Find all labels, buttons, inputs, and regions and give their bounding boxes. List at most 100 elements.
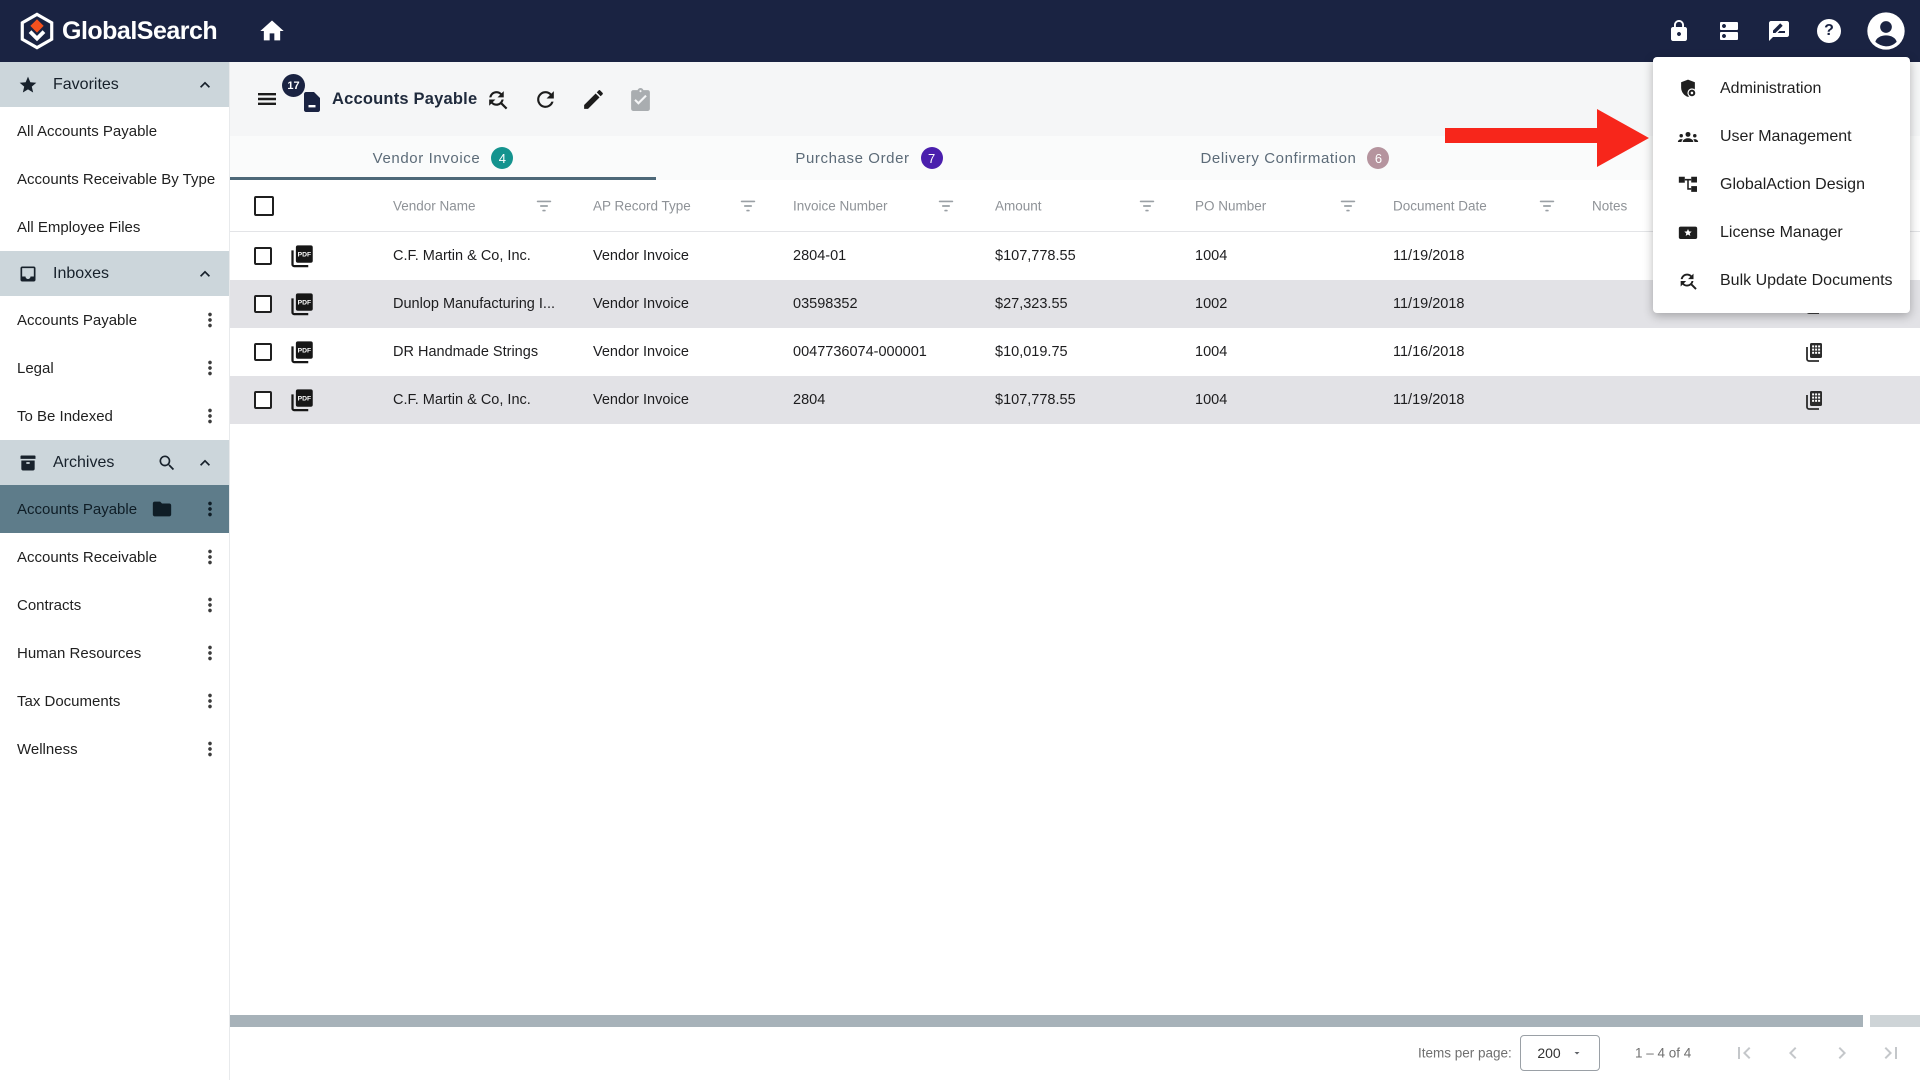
pdf-file-icon[interactable]: PDF [288, 243, 315, 270]
refresh-icon[interactable] [525, 79, 565, 119]
kebab-menu-icon[interactable] [199, 546, 221, 568]
tab-vendor-invoice[interactable]: Vendor Invoice 4 [230, 136, 656, 180]
filter-icon[interactable] [1337, 197, 1359, 215]
menu-item-administration[interactable]: Administration [1653, 65, 1910, 113]
home-icon[interactable] [258, 17, 286, 45]
range-label: 1 – 4 of 4 [1635, 1045, 1692, 1061]
pdf-file-icon[interactable]: PDF [288, 387, 315, 414]
previous-page-icon[interactable] [1781, 1041, 1805, 1065]
tab-purchase-order[interactable]: Purchase Order 7 [656, 136, 1082, 180]
chevron-down-icon [1574, 1052, 1580, 1055]
page-title: Accounts Payable [332, 89, 478, 108]
scrollbar-thumb[interactable] [230, 1015, 1863, 1027]
cell-ap-record-type: Vendor Invoice [593, 296, 689, 312]
sidebar-item-all-accounts-payable[interactable]: All Accounts Payable [0, 107, 229, 155]
kebab-menu-icon[interactable] [199, 405, 221, 427]
next-page-icon[interactable] [1830, 1041, 1854, 1065]
topbar-actions: ? [1666, 0, 1906, 62]
sidebar-section-favorites[interactable]: Favorites [0, 62, 229, 107]
sidebar-archive-accounts-payable[interactable]: Accounts Payable [0, 485, 229, 533]
chevron-up-icon[interactable] [195, 264, 215, 284]
col-header-vendor-name[interactable]: Vendor Name [393, 198, 476, 213]
row-checkbox[interactable] [254, 343, 272, 361]
cell-vendor-name: C.F. Martin & Co, Inc. [393, 248, 531, 264]
col-header-notes[interactable]: Notes [1592, 198, 1627, 213]
sidebar-section-inboxes[interactable]: Inboxes [0, 251, 229, 296]
related-table-icon[interactable] [1802, 388, 1826, 412]
last-page-icon[interactable] [1879, 1041, 1903, 1065]
cell-document-date: 11/19/2018 [1393, 296, 1465, 312]
cell-invoice-number: 2804-01 [793, 248, 847, 264]
filter-icon[interactable] [935, 197, 957, 215]
sidebar-archive-tax-documents[interactable]: Tax Documents [0, 677, 229, 725]
kebab-menu-icon[interactable] [199, 594, 221, 616]
menu-item-bulk-update-documents[interactable]: Bulk Update Documents [1653, 257, 1910, 305]
feedback-icon[interactable] [1766, 18, 1792, 44]
col-header-amount[interactable]: Amount [995, 198, 1042, 213]
page-size-value: 200 [1537, 1045, 1561, 1061]
find-replace-icon[interactable] [477, 79, 517, 119]
sidebar-inbox-legal[interactable]: Legal [0, 344, 229, 392]
help-icon[interactable]: ? [1816, 18, 1842, 44]
sidebar-item-accounts-receivable-by-type[interactable]: Accounts Receivable By Type [0, 155, 229, 203]
item-label: Accounts Payable [17, 500, 138, 518]
kebab-menu-icon[interactable] [199, 357, 221, 379]
item-label: Accounts Receivable [17, 548, 158, 566]
filter-icon[interactable] [1536, 197, 1558, 215]
pdf-file-icon[interactable]: PDF [288, 291, 315, 318]
table-row[interactable]: PDF DR Handmade Strings Vendor Invoice 0… [230, 328, 1920, 376]
sidebar-inbox-to-be-indexed[interactable]: To Be Indexed [0, 392, 229, 440]
menu-item-globalaction-design[interactable]: GlobalAction Design [1653, 161, 1910, 209]
col-header-document-date[interactable]: Document Date [1393, 198, 1487, 213]
col-header-po-number[interactable]: PO Number [1195, 198, 1266, 213]
col-header-invoice-number[interactable]: Invoice Number [793, 198, 888, 213]
first-page-icon[interactable] [1732, 1041, 1756, 1065]
account-avatar[interactable] [1866, 11, 1906, 51]
cell-document-date: 11/19/2018 [1393, 248, 1465, 264]
cell-invoice-number: 03598352 [793, 296, 858, 312]
kebab-menu-icon[interactable] [199, 642, 221, 664]
lock-icon[interactable] [1666, 18, 1692, 44]
menu-item-user-management[interactable]: User Management [1653, 113, 1910, 161]
table-row[interactable]: PDF C.F. Martin & Co, Inc. Vendor Invoic… [230, 376, 1920, 424]
sidebar-item-all-employee-files[interactable]: All Employee Files [0, 203, 229, 251]
row-checkbox[interactable] [254, 247, 272, 265]
schema-icon [1678, 176, 1697, 192]
kebab-menu-icon[interactable] [199, 309, 221, 331]
queues-icon[interactable] [1716, 18, 1742, 44]
related-table-icon[interactable] [1802, 340, 1826, 364]
select-all-checkbox[interactable] [254, 195, 274, 216]
filter-icon[interactable] [737, 197, 759, 215]
item-label: Legal [17, 359, 54, 377]
edit-pencil-icon[interactable] [573, 79, 613, 119]
cell-vendor-name: DR Handmade Strings [393, 344, 539, 360]
sidebar-archive-human-resources[interactable]: Human Resources [0, 629, 229, 677]
cell-document-date: 11/16/2018 [1393, 344, 1465, 360]
chevron-up-icon[interactable] [195, 453, 215, 473]
scrollbar-track[interactable] [1870, 1015, 1920, 1027]
filter-icon[interactable] [1136, 197, 1158, 215]
kebab-menu-icon[interactable] [199, 690, 221, 712]
sidebar-inbox-accounts-payable[interactable]: Accounts Payable [0, 296, 229, 344]
item-label: To Be Indexed [17, 407, 113, 425]
menu-hamburger-icon[interactable] [254, 87, 280, 111]
sidebar-archive-wellness[interactable]: Wellness [0, 725, 229, 773]
help-glyph: ? [1817, 19, 1841, 43]
star-icon [19, 76, 37, 92]
row-checkbox[interactable] [254, 391, 272, 409]
sidebar-archive-contracts[interactable]: Contracts [0, 581, 229, 629]
sidebar-archive-accounts-receivable[interactable]: Accounts Receivable [0, 533, 229, 581]
kebab-menu-icon[interactable] [199, 738, 221, 760]
assignment-done-icon[interactable] [620, 79, 660, 119]
kebab-menu-icon[interactable] [199, 498, 221, 520]
menu-item-label: GlobalAction Design [1720, 176, 1865, 193]
page-size-select[interactable]: 200 [1520, 1035, 1600, 1071]
pdf-file-icon[interactable]: PDF [288, 339, 315, 366]
filter-icon[interactable] [533, 197, 555, 215]
row-checkbox[interactable] [254, 295, 272, 313]
search-icon[interactable] [157, 453, 177, 473]
col-header-ap-record-type[interactable]: AP Record Type [593, 198, 691, 213]
menu-item-license-manager[interactable]: License Manager [1653, 209, 1910, 257]
chevron-up-icon[interactable] [195, 75, 215, 95]
sidebar-section-archives[interactable]: Archives [0, 440, 229, 485]
